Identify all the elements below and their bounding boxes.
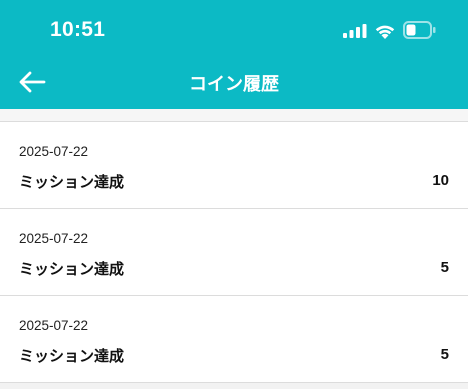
list-item: 2025-07-22 ミッション達成 5 — [0, 296, 468, 383]
status-time: 10:51 — [50, 18, 106, 41]
history-amount: 5 — [440, 346, 449, 363]
wifi-icon — [375, 25, 395, 39]
history-date: 2025-07-22 — [19, 318, 89, 333]
list-item: 2025-07-22 ミッション達成 5 — [0, 209, 468, 296]
history-date: 2025-07-22 — [19, 144, 89, 159]
page-title: コイン履歴 — [189, 74, 279, 94]
history-amount: 5 — [440, 259, 449, 276]
app-header: 10:51 コイン履歴 — [0, 0, 468, 109]
history-label: ミッション達成 — [19, 261, 125, 278]
cellular-signal-icon — [343, 24, 367, 38]
list-item: 2025-07-22 ミッション達成 10 — [0, 122, 468, 209]
list-divider — [0, 109, 468, 122]
coin-history-list: 2025-07-22 ミッション達成 10 2025-07-22 ミッション達成… — [0, 109, 468, 383]
history-amount: 10 — [432, 172, 449, 189]
battery-icon — [403, 21, 436, 39]
history-date: 2025-07-22 — [19, 231, 89, 246]
history-label: ミッション達成 — [19, 348, 125, 365]
history-label: ミッション達成 — [19, 174, 125, 191]
